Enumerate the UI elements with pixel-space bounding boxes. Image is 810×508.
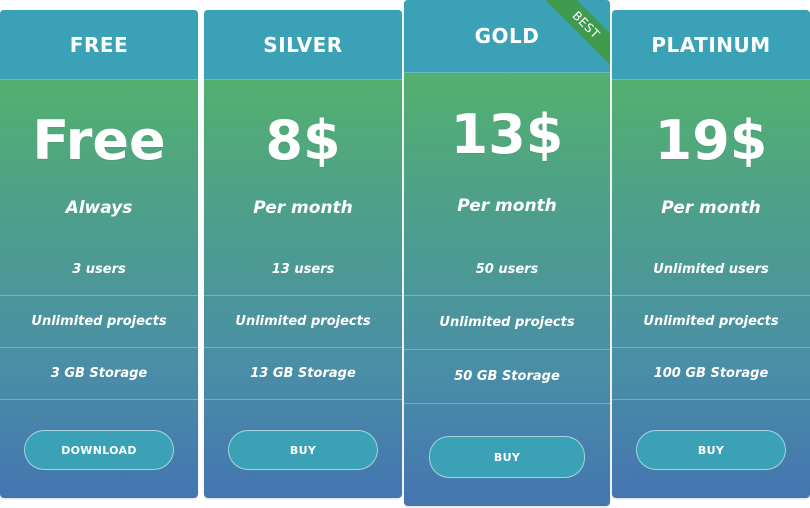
feature-storage: 100 GB Storage: [612, 348, 810, 400]
ribbon-label: BEST: [542, 0, 610, 69]
plan-period: Per month: [457, 196, 557, 216]
plan-price: 13$: [450, 103, 564, 166]
feature-storage: 50 GB Storage: [404, 350, 610, 404]
feature-projects: Unlimited projects: [0, 296, 198, 348]
feature-projects: Unlimited projects: [612, 296, 810, 348]
feature-users: 3 users: [0, 244, 198, 296]
feature-storage: 3 GB Storage: [0, 348, 198, 400]
plan-period: Always: [65, 198, 133, 218]
plan-name: FREE: [0, 10, 198, 80]
plan-name: PLATINUM: [612, 10, 810, 80]
plan-name: SILVER: [204, 10, 402, 80]
feature-projects: Unlimited projects: [204, 296, 402, 348]
plan-period: Per month: [661, 198, 761, 218]
buy-button[interactable]: BUY: [228, 430, 378, 470]
feature-users: 50 users: [404, 243, 610, 296]
plan-price: 19$: [654, 109, 768, 172]
plan-card-free: FREE Free Always 3 users Unlimited proje…: [0, 10, 198, 498]
plan-card-platinum: PLATINUM 19$ Per month Unlimited users U…: [612, 10, 810, 498]
plan-price: Free: [32, 109, 166, 172]
plan-card-gold: GOLD BEST 13$ Per month 50 users Unlimit…: [404, 0, 610, 506]
feature-users: Unlimited users: [612, 244, 810, 296]
feature-storage: 13 GB Storage: [204, 348, 402, 400]
plan-period: Per month: [253, 198, 353, 218]
best-ribbon: BEST: [540, 0, 610, 70]
download-button[interactable]: DOWNLOAD: [24, 430, 174, 470]
plan-price: 8$: [265, 109, 341, 172]
plan-card-silver: SILVER 8$ Per month 13 users Unlimited p…: [204, 10, 402, 498]
buy-button[interactable]: BUY: [429, 436, 585, 478]
feature-users: 13 users: [204, 244, 402, 296]
feature-projects: Unlimited projects: [404, 296, 610, 350]
buy-button[interactable]: BUY: [636, 430, 786, 470]
